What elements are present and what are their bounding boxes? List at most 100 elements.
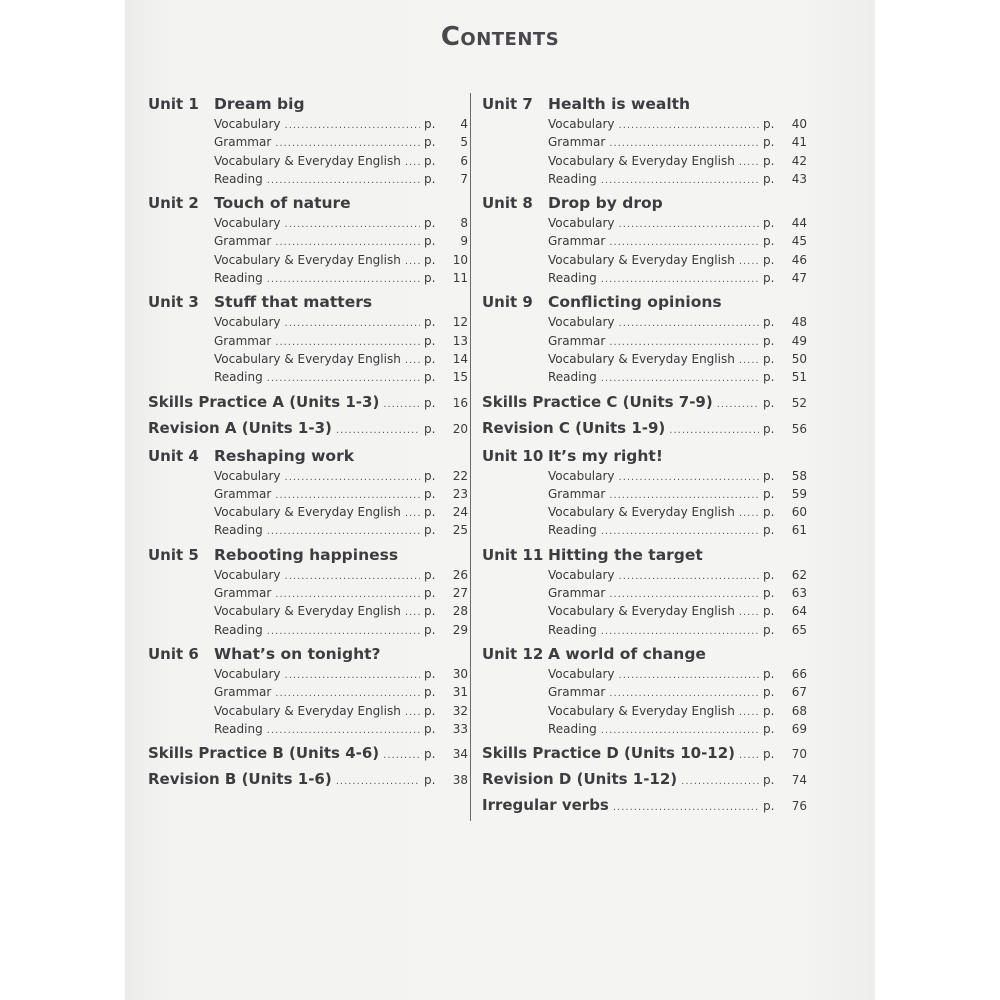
unit-section: Unit 8 Drop by drop Vocabulary p. 44 Grammar p… <box>482 194 807 289</box>
entry-label: Reading <box>214 721 263 736</box>
page-value: 26 <box>452 567 468 582</box>
unit-label: Unit 5 <box>148 545 199 564</box>
entry-label: Vocabulary <box>214 666 281 681</box>
dot-leader <box>669 425 759 436</box>
dot-leader <box>739 707 759 718</box>
contents-entry: Reading p. 51 <box>482 370 807 388</box>
page-value: 62 <box>791 567 807 582</box>
contents-entry: Grammar p. 5 <box>148 135 468 153</box>
contents-main-entry: Revision B (Units 1-6) p. 38 <box>148 770 468 796</box>
entry-label: Vocabulary <box>548 315 615 330</box>
unit-heading: Unit 9 Conflicting opinions <box>482 293 807 315</box>
dot-leader <box>285 571 420 582</box>
dot-leader <box>405 508 420 519</box>
page-prefix: p. <box>424 666 436 681</box>
page-prefix: p. <box>763 135 775 150</box>
page-value: 22 <box>452 468 468 483</box>
page-prefix: p. <box>763 351 775 366</box>
contents-entry: Vocabulary p. 26 <box>148 568 468 586</box>
contents-main-entry: Revision D (Units 1-12) p. 74 <box>482 770 807 796</box>
page-number: p. 68 <box>763 704 807 718</box>
page-prefix: p. <box>424 622 436 637</box>
contents-entry: Vocabulary & Everyday English p. 42 <box>482 154 807 172</box>
entry-label: Reading <box>214 171 263 186</box>
contents-entry: Vocabulary & Everyday English p. 10 <box>148 253 468 271</box>
page-number: p. 14 <box>424 352 468 366</box>
entry-label: Grammar <box>548 234 606 249</box>
entry-label: Vocabulary <box>214 468 281 483</box>
unit-heading: Unit 2 Touch of nature <box>148 194 468 216</box>
contents-entry: Grammar p. 23 <box>148 487 468 505</box>
entry-label: Revision C (Units 1-9) <box>482 418 666 437</box>
entry-label: Grammar <box>214 234 272 249</box>
contents-entry: Reading p. 29 <box>148 623 468 641</box>
dot-leader <box>285 670 420 681</box>
page-number: p. 13 <box>424 334 468 348</box>
page-prefix: p. <box>763 370 775 385</box>
page-number: p. 69 <box>763 722 807 736</box>
page-prefix: p. <box>424 271 436 286</box>
page-prefix: p. <box>763 252 775 267</box>
page-prefix: p. <box>763 703 775 718</box>
page-number: p. 61 <box>763 523 807 537</box>
dot-leader <box>275 490 420 501</box>
unit-title: Dream big <box>214 95 305 113</box>
page-value: 29 <box>452 622 468 637</box>
page-prefix: p. <box>424 315 436 330</box>
dot-leader <box>619 120 759 131</box>
page-number: p. 42 <box>763 154 807 168</box>
page-prefix: p. <box>424 153 436 168</box>
contents-entry: Vocabulary & Everyday English p. 64 <box>482 604 807 622</box>
unit-heading: Unit 8 Drop by drop <box>482 194 807 216</box>
contents-entry: Vocabulary p. 58 <box>482 469 807 487</box>
entry-label: Vocabulary & Everyday English <box>214 505 401 520</box>
entry-label: Grammar <box>214 486 272 501</box>
unit-section: Unit 5 Rebooting happiness Vocabulary p. 26 G… <box>148 546 468 641</box>
page-prefix: p. <box>424 234 436 249</box>
dot-leader <box>601 526 759 537</box>
entry-label: Grammar <box>214 685 272 700</box>
page-prefix: p. <box>763 622 775 637</box>
unit-section: Unit 11Hitting the targetVocabularyp.62G… <box>482 546 807 641</box>
page-number: p. 65 <box>763 623 807 637</box>
contents-entry: Grammar p. 27 <box>148 586 468 604</box>
unit-label: Unit 12 <box>482 644 544 663</box>
page-number: p. 74 <box>763 773 807 787</box>
contents-main-entry: Irregular verbs p. 76 <box>482 796 807 822</box>
dot-leader <box>601 175 759 186</box>
page-value: 12 <box>452 315 468 330</box>
dot-leader <box>275 237 420 248</box>
page-number: p. 4 <box>424 117 468 131</box>
contents-main-entry: Revision A (Units 1-3) p. 20 <box>148 419 468 445</box>
contents-left-column: Unit 1Dream bigVocabularyp.4Grammarp.5Vo… <box>148 93 468 796</box>
contents-entry: Grammar p. 45 <box>482 234 807 252</box>
unit-label: Unit 2 <box>148 194 199 213</box>
page-value: 32 <box>452 703 468 718</box>
page-prefix: p. <box>763 271 775 286</box>
unit-heading: Unit 12 A world of change <box>482 645 807 667</box>
unit-heading: Unit 10 It’s my right! <box>482 447 807 469</box>
dot-leader <box>739 256 759 267</box>
entry-label: Skills Practice C (Units 7-9) <box>482 392 713 411</box>
page-number: p. 24 <box>424 505 468 519</box>
page-number: p. 76 <box>763 799 807 813</box>
contents-entry: Vocabulary & Everyday English p. 14 <box>148 352 468 370</box>
page-prefix: p. <box>424 370 436 385</box>
contents-entry: Vocabulary & Everyday English p. 68 <box>482 704 807 722</box>
entry-label: Vocabulary & Everyday English <box>548 153 735 168</box>
entry-label: Irregular verbs <box>482 796 609 815</box>
contents-entry: Vocabulary p. 62 <box>482 568 807 586</box>
entry-label: Vocabulary & Everyday English <box>548 703 735 718</box>
entry-label: Vocabulary <box>548 216 615 231</box>
dot-leader <box>601 373 759 384</box>
page-value: 66 <box>791 666 807 681</box>
contents-right-column: Unit 7 Health is wealth Vocabulary p. 40 Gram… <box>482 93 807 822</box>
unit-title: What’s on tonight? <box>214 644 381 663</box>
dot-leader <box>601 725 759 736</box>
page-prefix: p. <box>424 567 436 582</box>
contents-entry: Reading p. 43 <box>482 172 807 190</box>
dot-leader <box>739 607 759 618</box>
page-prefix: p. <box>424 721 436 736</box>
page-prefix: p. <box>424 351 436 366</box>
page-prefix: p. <box>424 586 436 601</box>
